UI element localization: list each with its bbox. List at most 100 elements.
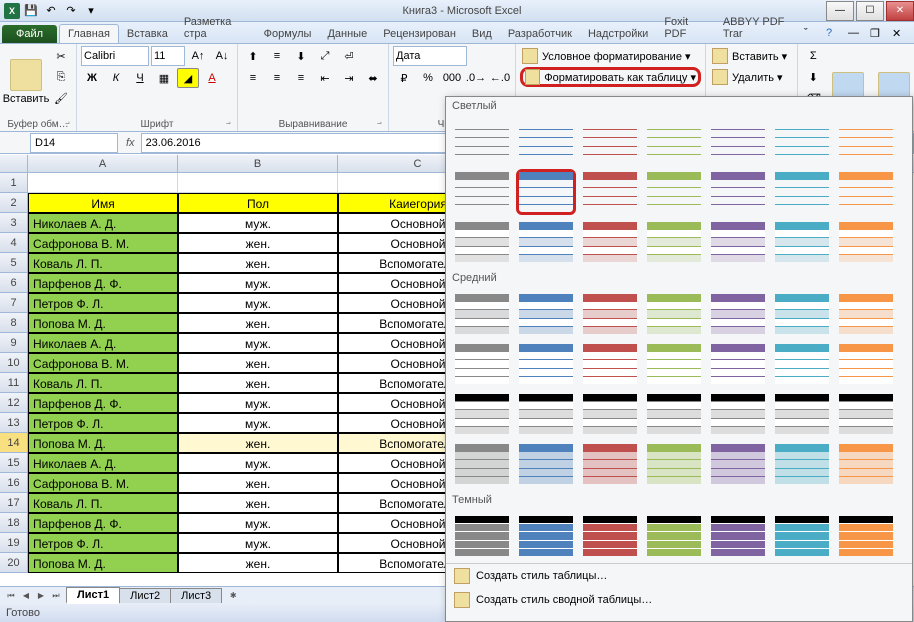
cell[interactable]: Парфенов Д. Ф. [28, 393, 178, 413]
table-style-option[interactable] [708, 341, 768, 387]
currency-button[interactable]: ₽ [393, 68, 415, 88]
help-icon[interactable]: ? [826, 27, 842, 43]
bold-button[interactable]: Ж [81, 68, 103, 88]
table-style-option[interactable] [772, 219, 832, 265]
minimize-ribbon-icon[interactable]: ˇ [804, 27, 820, 43]
table-style-option[interactable] [644, 291, 704, 337]
font-color-button[interactable]: A [201, 68, 223, 88]
table-style-option[interactable] [708, 291, 768, 337]
table-style-option[interactable] [516, 169, 576, 215]
row-header[interactable]: 9 [0, 333, 28, 353]
table-style-option[interactable] [708, 169, 768, 215]
table-style-option[interactable] [772, 341, 832, 387]
cell[interactable]: Коваль Л. П. [28, 253, 178, 273]
decrease-font-button[interactable]: A↓ [211, 46, 233, 66]
tab-abbyy-pdf[interactable]: ABBYY PDF Trar [715, 13, 804, 43]
table-style-option[interactable] [580, 119, 640, 165]
increase-font-button[interactable]: A↑ [187, 46, 209, 66]
row-header[interactable]: 8 [0, 313, 28, 333]
minimize-button[interactable]: — [826, 1, 854, 21]
cell[interactable]: муж. [178, 413, 338, 433]
new-table-style-button[interactable]: Создать стиль таблицы… [446, 564, 912, 588]
table-style-option[interactable] [580, 391, 640, 437]
table-style-option[interactable] [580, 291, 640, 337]
row-header[interactable]: 7 [0, 293, 28, 313]
table-style-option[interactable] [644, 341, 704, 387]
table-style-option[interactable] [772, 391, 832, 437]
align-right-button[interactable]: ≡ [290, 68, 312, 88]
table-style-option[interactable] [580, 169, 640, 215]
doc-close-icon[interactable]: ✕ [892, 27, 908, 43]
table-style-option[interactable] [644, 169, 704, 215]
cell[interactable]: жен. [178, 493, 338, 513]
cell[interactable]: жен. [178, 553, 338, 573]
increase-decimal-button[interactable]: .0→ [465, 68, 487, 88]
table-style-option[interactable] [836, 441, 896, 487]
header-cell[interactable]: Пол [178, 193, 338, 213]
fx-icon[interactable]: fx [120, 137, 141, 149]
cell[interactable]: Петров Ф. Л. [28, 533, 178, 553]
table-style-option[interactable] [516, 119, 576, 165]
name-box[interactable]: D14 [30, 133, 118, 153]
table-style-option[interactable] [580, 219, 640, 265]
cell[interactable]: муж. [178, 333, 338, 353]
sheet-nav-last[interactable]: ⏭ [49, 589, 63, 603]
table-style-option[interactable] [644, 513, 704, 559]
sheet-nav-prev[interactable]: ◀ [19, 589, 33, 603]
tab-foxit-pdf[interactable]: Foxit PDF [656, 13, 715, 43]
delete-cells-button[interactable]: Удалить ▾ [710, 67, 793, 87]
cell[interactable]: Петров Ф. Л. [28, 293, 178, 313]
decrease-decimal-button[interactable]: ←.0 [489, 68, 511, 88]
border-button[interactable]: ▦ [153, 68, 175, 88]
autosum-button[interactable]: Σ [802, 46, 824, 66]
table-style-option[interactable] [836, 391, 896, 437]
sheet-nav-next[interactable]: ▶ [34, 589, 48, 603]
table-style-option[interactable] [836, 219, 896, 265]
paste-button[interactable]: Вставить [4, 46, 48, 118]
table-style-option[interactable] [516, 441, 576, 487]
copy-button[interactable]: ⎘ [50, 67, 72, 87]
table-style-option[interactable] [452, 119, 512, 165]
table-style-option[interactable] [836, 291, 896, 337]
cell[interactable]: муж. [178, 513, 338, 533]
table-style-option[interactable] [452, 441, 512, 487]
cell[interactable] [28, 173, 178, 193]
cell[interactable] [178, 173, 338, 193]
format-as-table-button[interactable]: Форматировать как таблицу ▾ [520, 67, 701, 87]
tab-review[interactable]: Рецензирован [375, 25, 464, 43]
row-header[interactable]: 19 [0, 533, 28, 553]
table-style-option[interactable] [516, 219, 576, 265]
table-style-option[interactable] [836, 513, 896, 559]
fill-button[interactable]: ⬇ [802, 67, 824, 87]
align-center-button[interactable]: ≡ [266, 68, 288, 88]
increase-indent-button[interactable]: ⇥ [338, 68, 360, 88]
tab-formulas[interactable]: Формулы [256, 25, 320, 43]
sheet-nav-first[interactable]: ⏮ [4, 589, 18, 603]
close-button[interactable]: ✕ [886, 1, 914, 21]
header-cell[interactable]: Имя [28, 193, 178, 213]
table-style-option[interactable] [708, 391, 768, 437]
cell[interactable]: Сафронова В. М. [28, 473, 178, 493]
font-size-combo[interactable] [151, 46, 185, 66]
table-style-option[interactable] [644, 219, 704, 265]
row-header[interactable]: 16 [0, 473, 28, 493]
underline-button[interactable]: Ч [129, 68, 151, 88]
cell[interactable]: Николаев А. Д. [28, 453, 178, 473]
table-style-option[interactable] [516, 291, 576, 337]
table-style-option[interactable] [644, 441, 704, 487]
cell[interactable]: Николаев А. Д. [28, 213, 178, 233]
cell[interactable]: муж. [178, 533, 338, 553]
row-header[interactable]: 12 [0, 393, 28, 413]
table-style-option[interactable] [772, 513, 832, 559]
cell[interactable]: жен. [178, 253, 338, 273]
table-style-option[interactable] [580, 513, 640, 559]
insert-cells-button[interactable]: Вставить ▾ [710, 46, 793, 66]
qat-save-button[interactable]: 💾 [22, 2, 40, 20]
table-style-option[interactable] [836, 119, 896, 165]
cell[interactable]: Коваль Л. П. [28, 493, 178, 513]
sheet-tab-3[interactable]: Лист3 [170, 588, 222, 603]
table-style-option[interactable] [772, 441, 832, 487]
cell[interactable]: Парфенов Д. Ф. [28, 273, 178, 293]
cell[interactable]: муж. [178, 293, 338, 313]
tab-insert[interactable]: Вставка [119, 25, 176, 43]
